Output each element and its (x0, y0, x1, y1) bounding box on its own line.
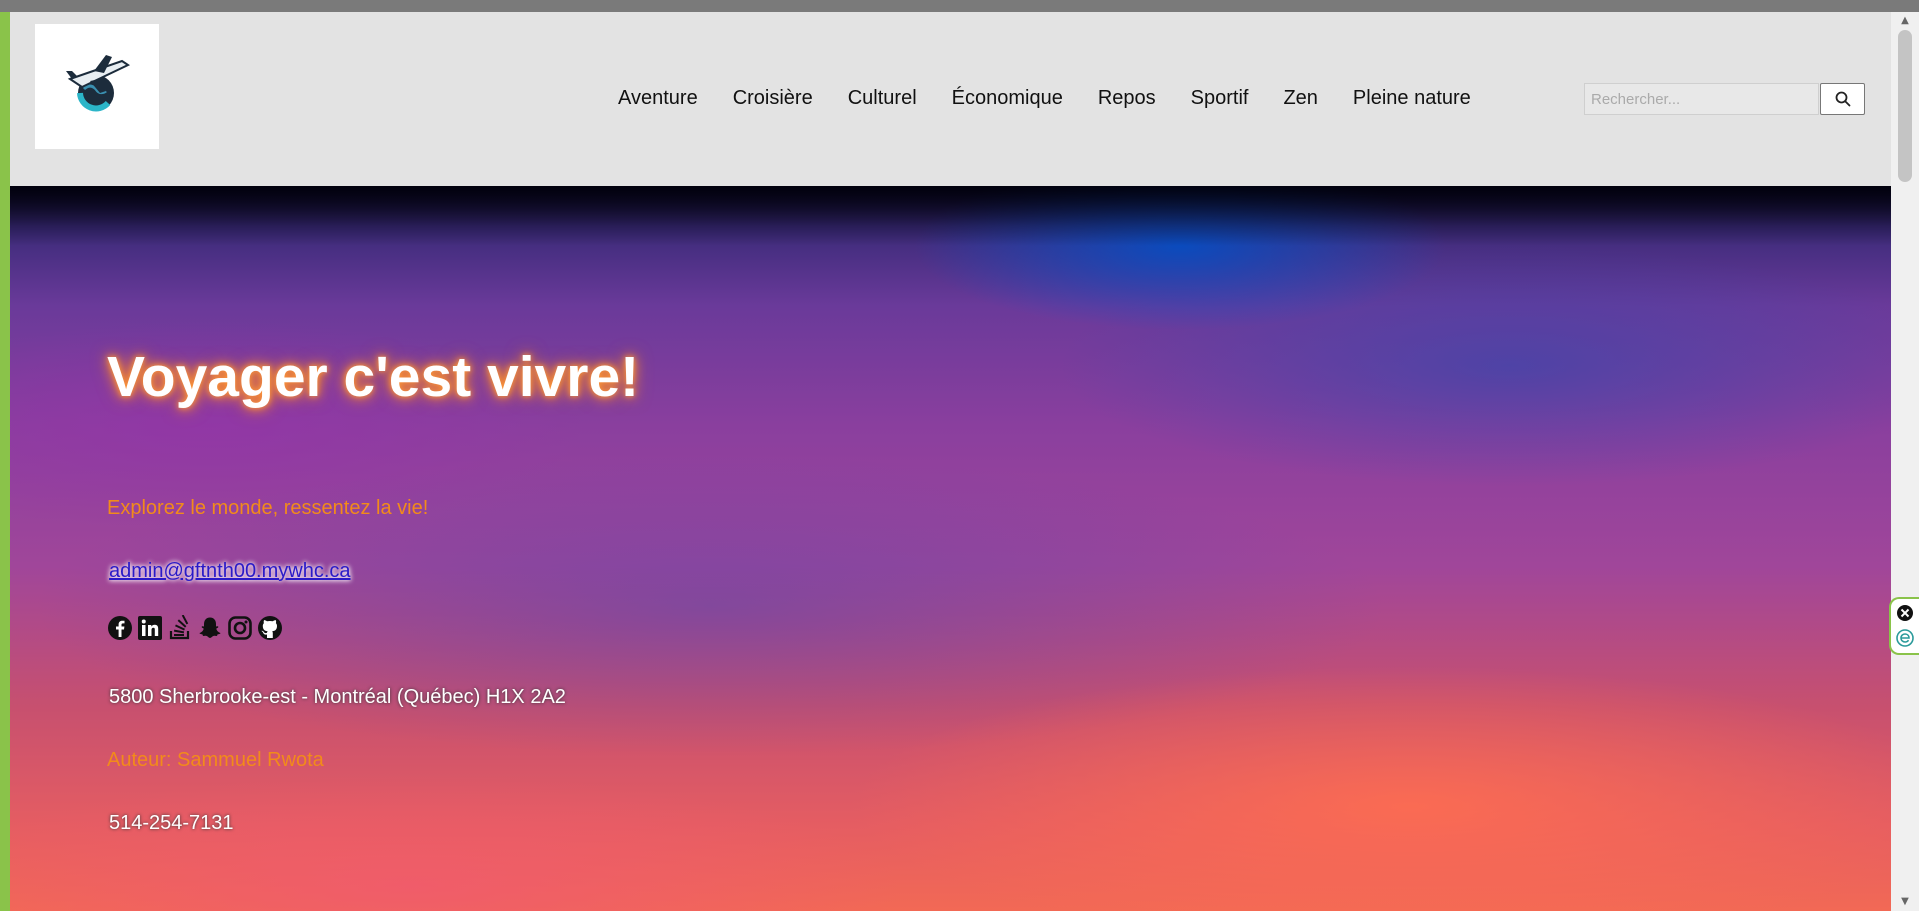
main-nav: Aventure Croisière Culturel Économique R… (618, 86, 1471, 110)
stackoverflow-icon[interactable] (167, 614, 193, 641)
author-text: Auteur: Sammuel Rwota (107, 749, 324, 771)
search-input[interactable] (1584, 83, 1819, 115)
nav-link-sportif[interactable]: Sportif (1191, 86, 1249, 110)
site-header: Aventure Croisière Culturel Économique R… (10, 12, 1891, 186)
window-top-border (0, 0, 1919, 12)
address-text: 5800 Sherbrooke-est - Montréal (Québec) … (109, 686, 566, 708)
hero-title: Voyager c'est vivre! (107, 345, 640, 409)
search-icon (1835, 91, 1850, 107)
scroll-down-arrow-icon[interactable]: ▼ (1891, 893, 1919, 911)
nav-link-pleine-nature[interactable]: Pleine nature (1353, 86, 1471, 110)
search-button[interactable] (1820, 83, 1865, 115)
nav-link-economique[interactable]: Économique (952, 86, 1063, 110)
vertical-scrollbar[interactable]: ▲ ▼ (1891, 12, 1919, 911)
email-link[interactable]: admin@gftnth00.mywhc.ca (109, 560, 351, 583)
scroll-thumb[interactable] (1898, 30, 1912, 182)
hero-shade (10, 186, 1891, 246)
phone-text: 514-254-7131 (109, 812, 234, 834)
airplane-globe-icon (66, 55, 131, 112)
snapchat-icon[interactable] (197, 615, 223, 641)
nav-link-aventure[interactable]: Aventure (618, 86, 698, 110)
social-links (107, 614, 283, 641)
linkedin-icon[interactable] (137, 615, 163, 641)
scroll-up-arrow-icon[interactable]: ▲ (1891, 12, 1919, 30)
hero-tagline: Explorez le monde, ressentez la vie! (107, 497, 429, 519)
browser-viewport: Aventure Croisière Culturel Économique R… (10, 12, 1891, 911)
instagram-icon[interactable] (227, 615, 253, 641)
extension-e-icon[interactable] (1896, 629, 1914, 647)
hero-section: Voyager c'est vivre! Explorez le monde, … (10, 186, 1891, 911)
facebook-icon[interactable] (107, 615, 133, 641)
nav-link-zen[interactable]: Zen (1283, 86, 1317, 110)
nav-link-culturel[interactable]: Culturel (848, 86, 917, 110)
nav-link-croisiere[interactable]: Croisière (733, 86, 813, 110)
extension-widget (1889, 597, 1919, 655)
github-icon[interactable] (257, 615, 283, 641)
site-logo[interactable] (35, 24, 159, 149)
close-icon[interactable] (1896, 604, 1914, 622)
nav-link-repos[interactable]: Repos (1098, 86, 1156, 110)
